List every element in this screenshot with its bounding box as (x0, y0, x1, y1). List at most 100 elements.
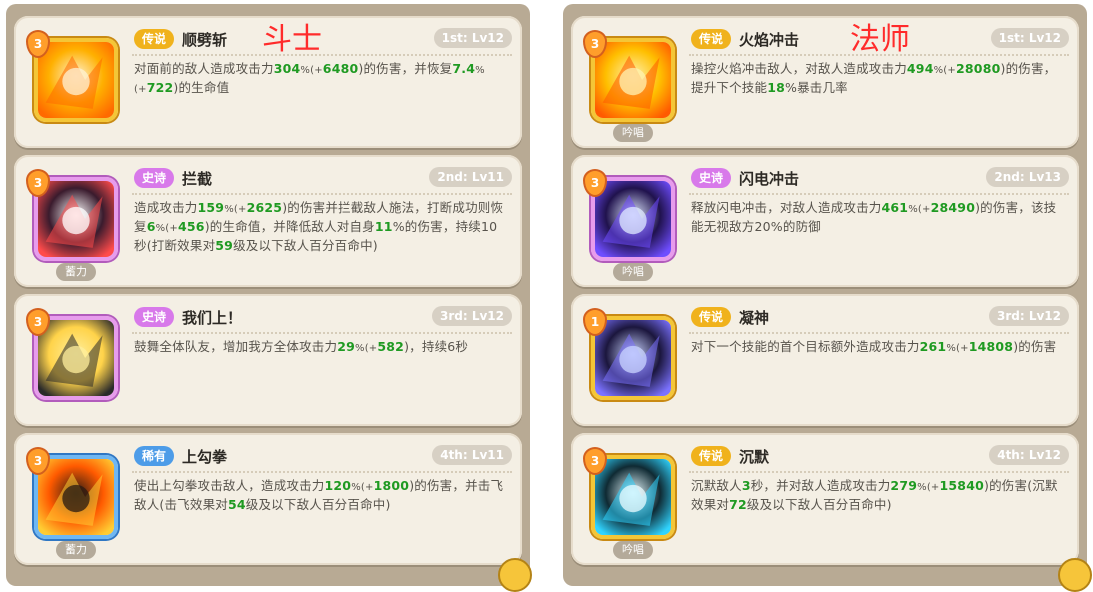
stat-highlight: 582 (377, 339, 405, 354)
skill-title-row: 传说 火焰冲击 (691, 28, 799, 50)
description-text: 级及以下敌人百分百命中) (746, 497, 892, 512)
description-text: 沉默敌人 (691, 478, 742, 493)
skill-name: 火焰冲击 (739, 30, 800, 49)
rarity-badge: 传说 (691, 307, 732, 327)
description-text: 对下一个技能的首个目标额外造成攻击力 (691, 339, 920, 354)
stat-highlight: 159 (197, 200, 225, 215)
skill-level-pill: 4th: Lv12 (989, 445, 1069, 465)
description-text: 级及以下敌人百分百命中) (233, 238, 378, 253)
skill-description: 对面前的敌人造成攻击力304%(+6480)的伤害，并恢复7.4%(+722)的… (134, 60, 508, 98)
description-text: 使出上勾拳攻击敌人，造成攻击力 (134, 478, 325, 493)
stat-highlight: 59 (215, 238, 234, 253)
skill-description: 沉默敌人3秒，并对敌人造成攻击力279%(+15840)的伤害(沉默效果对72级… (691, 477, 1065, 513)
rarity-badge: 史诗 (691, 168, 732, 188)
stat-highlight: 304 (273, 61, 301, 76)
stat-highlight: 72 (729, 497, 747, 512)
stat-highlight: 461 (881, 200, 909, 215)
skill-level-pill: 4th: Lv11 (432, 445, 512, 465)
skill-level-pill: 2nd: Lv11 (429, 167, 512, 187)
skill-name: 上勾拳 (182, 447, 228, 466)
divider (689, 471, 1069, 473)
description-text: 操控火焰冲击敌人，对敌人造成攻击力 (691, 61, 907, 76)
stat-highlight: 279 (890, 478, 918, 493)
skill-card[interactable]: 3 蓄力 史诗 拦截 2nd: Lv11 造成攻击力159%(+2625)的伤害并拦截敌人… (14, 155, 522, 287)
description-text: %(+ (908, 204, 931, 215)
skill-card[interactable]: 3 蓄力 稀有 上勾拳 4th: Lv11 使出上勾拳攻击敌人，造成攻击力120%(+18… (14, 433, 522, 565)
skill-name: 我们上！ (182, 308, 243, 327)
stat-highlight: 7.4 (452, 61, 476, 76)
divider (132, 193, 512, 195)
stat-highlight: 2625 (246, 200, 283, 215)
skill-tag: 吟唱 (613, 541, 653, 559)
skill-level-pill: 2nd: Lv13 (986, 167, 1069, 187)
divider (132, 332, 512, 334)
skill-name: 闪电冲击 (739, 169, 800, 188)
description-text: %(+ (946, 343, 969, 354)
skill-card[interactable]: 3 史诗 我们上！ 3rd: Lv12 鼓舞全体队友，增加我方全体攻击力29%(+582… (14, 294, 522, 426)
description-text: %(+ (155, 223, 178, 234)
skill-level-pill: 1st: Lv12 (433, 28, 512, 48)
stat-highlight: 6480 (322, 61, 359, 76)
emoji-face-icon[interactable] (498, 558, 532, 592)
skill-description: 使出上勾拳攻击敌人，造成攻击力120%(+1800)的伤害，并击飞敌人(击飞效果… (134, 477, 508, 513)
skill-description: 操控火焰冲击敌人，对敌人造成攻击力494%(+28080)的伤害，提升下个技能1… (691, 60, 1065, 96)
skill-tag: 蓄力 (56, 541, 96, 559)
skill-description: 释放闪电冲击，对敌人造成攻击力461%(+28490)的伤害，该技能无视敌方20… (691, 199, 1065, 235)
description-text: %(+ (300, 65, 323, 76)
skill-level-pill: 3rd: Lv12 (431, 306, 512, 326)
divider (132, 471, 512, 473)
divider (689, 332, 1069, 334)
skill-title-row: 史诗 拦截 (134, 167, 212, 189)
divider (132, 54, 512, 56)
skill-title-row: 史诗 我们上！ (134, 306, 242, 328)
rarity-badge: 传说 (134, 29, 175, 49)
description-text: %(+ (355, 343, 378, 354)
skill-card[interactable]: 3 吟唱 传说 沉默 4th: Lv12 沉默敌人3秒，并对敌人造成攻击力279%(+15… (571, 433, 1079, 565)
skill-title-row: 传说 凝神 (691, 306, 769, 328)
description-text: 级及以下敌人百分百命中) (245, 497, 391, 512)
description-text: 鼓舞全体队友，增加我方全体攻击力 (134, 339, 338, 354)
stat-highlight: 3 (741, 478, 751, 493)
description-text: %(+ (351, 482, 374, 493)
emoji-face-icon[interactable] (1058, 558, 1092, 592)
skill-title-row: 史诗 闪电冲击 (691, 167, 799, 189)
stat-highlight: 6 (146, 219, 156, 234)
stat-highlight: 18 (767, 80, 785, 95)
stat-highlight: 494 (906, 61, 934, 76)
description-text: 造成攻击力 (134, 200, 198, 215)
description-text: )的伤害 (1013, 339, 1057, 354)
skill-name: 顺劈斩 (182, 30, 228, 49)
skills-panel-fighter: 3 传说 顺劈斩 1st: Lv12 对面前的敌人造成攻击力304%(+6480)的伤害… (6, 4, 530, 586)
rarity-badge: 稀有 (134, 446, 175, 466)
divider (689, 193, 1069, 195)
skill-tag: 吟唱 (613, 124, 653, 142)
skill-level-pill: 3rd: Lv12 (988, 306, 1069, 326)
skill-description: 对下一个技能的首个目标额外造成攻击力261%(+14808)的伤害 (691, 338, 1065, 357)
skill-card[interactable]: 3 吟唱 史诗 闪电冲击 2nd: Lv13 释放闪电冲击，对敌人造成攻击力461%(+2… (571, 155, 1079, 287)
stat-highlight: 722 (146, 80, 174, 95)
stat-highlight: 15840 (939, 478, 985, 493)
skill-card[interactable]: 1 传说 凝神 3rd: Lv12 对下一个技能的首个目标额外造成攻击力261%(+14… (571, 294, 1079, 426)
stat-highlight: 28080 (956, 61, 1001, 76)
description-text: )，持续6秒 (404, 339, 469, 354)
skill-description: 造成攻击力159%(+2625)的伤害并拦截敌人施法，打断成功则恢复6%(+45… (134, 199, 508, 254)
stat-highlight: 120 (324, 478, 352, 493)
description-text: 释放闪电冲击，对敌人造成攻击力 (691, 200, 882, 215)
stat-highlight: 261 (919, 339, 947, 354)
description-text: 秒，并对敌人造成攻击力 (750, 478, 891, 493)
stat-highlight: 11 (374, 219, 393, 234)
skill-title-row: 传说 顺劈斩 (134, 28, 227, 50)
class-label-fighter: 斗士 (262, 22, 322, 57)
stat-highlight: 54 (227, 497, 246, 512)
description-text: %(+ (917, 482, 940, 493)
stat-highlight: 28490 (930, 200, 976, 215)
description-text: )的伤害，并恢复 (358, 61, 453, 76)
class-label-mage: 法师 (850, 22, 910, 57)
rarity-badge: 传说 (691, 446, 732, 466)
rarity-badge: 史诗 (134, 168, 175, 188)
stat-highlight: 1800 (373, 478, 410, 493)
rarity-badge: 史诗 (134, 307, 175, 327)
skill-card[interactable]: 3 吟唱 传说 火焰冲击 1st: Lv12 操控火焰冲击敌人，对敌人造成攻击力494%(… (571, 16, 1079, 148)
skill-name: 沉默 (739, 447, 770, 466)
description-text: )的生命值，并降低敌人对自身 (204, 219, 375, 234)
